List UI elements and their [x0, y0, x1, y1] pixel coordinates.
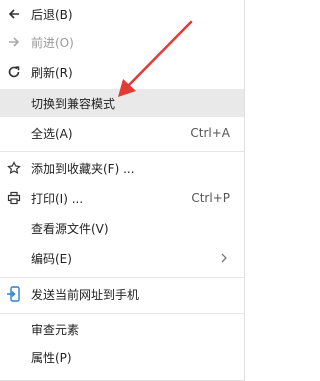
menu-item-label: 切换到兼容模式	[31, 96, 116, 111]
menu-item-properties[interactable]: 属性(P)	[0, 343, 244, 371]
menu-item-label: 查看源文件(V)	[31, 221, 109, 236]
menu-item-label: 编码(E)	[31, 251, 72, 266]
menu-item-label: 发送当前网址到手机	[31, 287, 140, 302]
menu-item-back[interactable]: 后退(B)	[0, 2, 244, 26]
printer-icon	[6, 190, 22, 206]
send-to-phone-icon	[6, 286, 22, 302]
menu-item-label: 全选(A)	[31, 126, 73, 141]
menu-item-inspect-element[interactable]: 审查元素	[0, 315, 244, 343]
menu-item-send-to-phone[interactable]: 发送当前网址到手机	[0, 280, 244, 308]
menu-item-compat-mode[interactable]: 切换到兼容模式	[0, 89, 244, 117]
shortcut-label: Ctrl+A	[190, 126, 230, 140]
menu-separator	[0, 277, 244, 278]
menu-item-label: 刷新(R)	[31, 65, 73, 80]
menu-item-encoding[interactable]: 编码(E)	[0, 244, 244, 272]
forward-arrow-icon	[6, 34, 22, 50]
menu-item-print[interactable]: 打印(I) ... Ctrl+P	[0, 184, 244, 212]
shortcut-label: Ctrl+P	[191, 191, 230, 205]
menu-item-refresh[interactable]: 刷新(R)	[0, 60, 244, 84]
menu-item-label: 打印(I) ...	[31, 191, 84, 206]
menu-item-select-all[interactable]: 全选(A) Ctrl+A	[0, 119, 244, 147]
back-arrow-icon	[6, 6, 22, 22]
star-icon	[6, 160, 22, 176]
menu-item-forward[interactable]: 前进(O)	[0, 30, 244, 54]
menu-item-add-favorite[interactable]: 添加到收藏夹(F) ...	[0, 154, 244, 182]
menu-item-label: 添加到收藏夹(F) ...	[31, 161, 135, 176]
chevron-right-icon	[218, 252, 230, 264]
menu-item-label: 审查元素	[31, 322, 80, 337]
menu-item-label: 前进(O)	[31, 35, 74, 50]
refresh-icon	[6, 64, 22, 80]
menu-item-label: 后退(B)	[31, 7, 73, 22]
menu-separator	[0, 151, 244, 152]
menu-item-label: 属性(P)	[31, 350, 72, 365]
menu-item-view-source[interactable]: 查看源文件(V)	[0, 214, 244, 242]
context-menu: 后退(B) 前进(O) 刷新(R) 切换到兼容模式 全选(A) Ctrl+A 添…	[0, 0, 245, 381]
menu-separator	[0, 313, 244, 314]
